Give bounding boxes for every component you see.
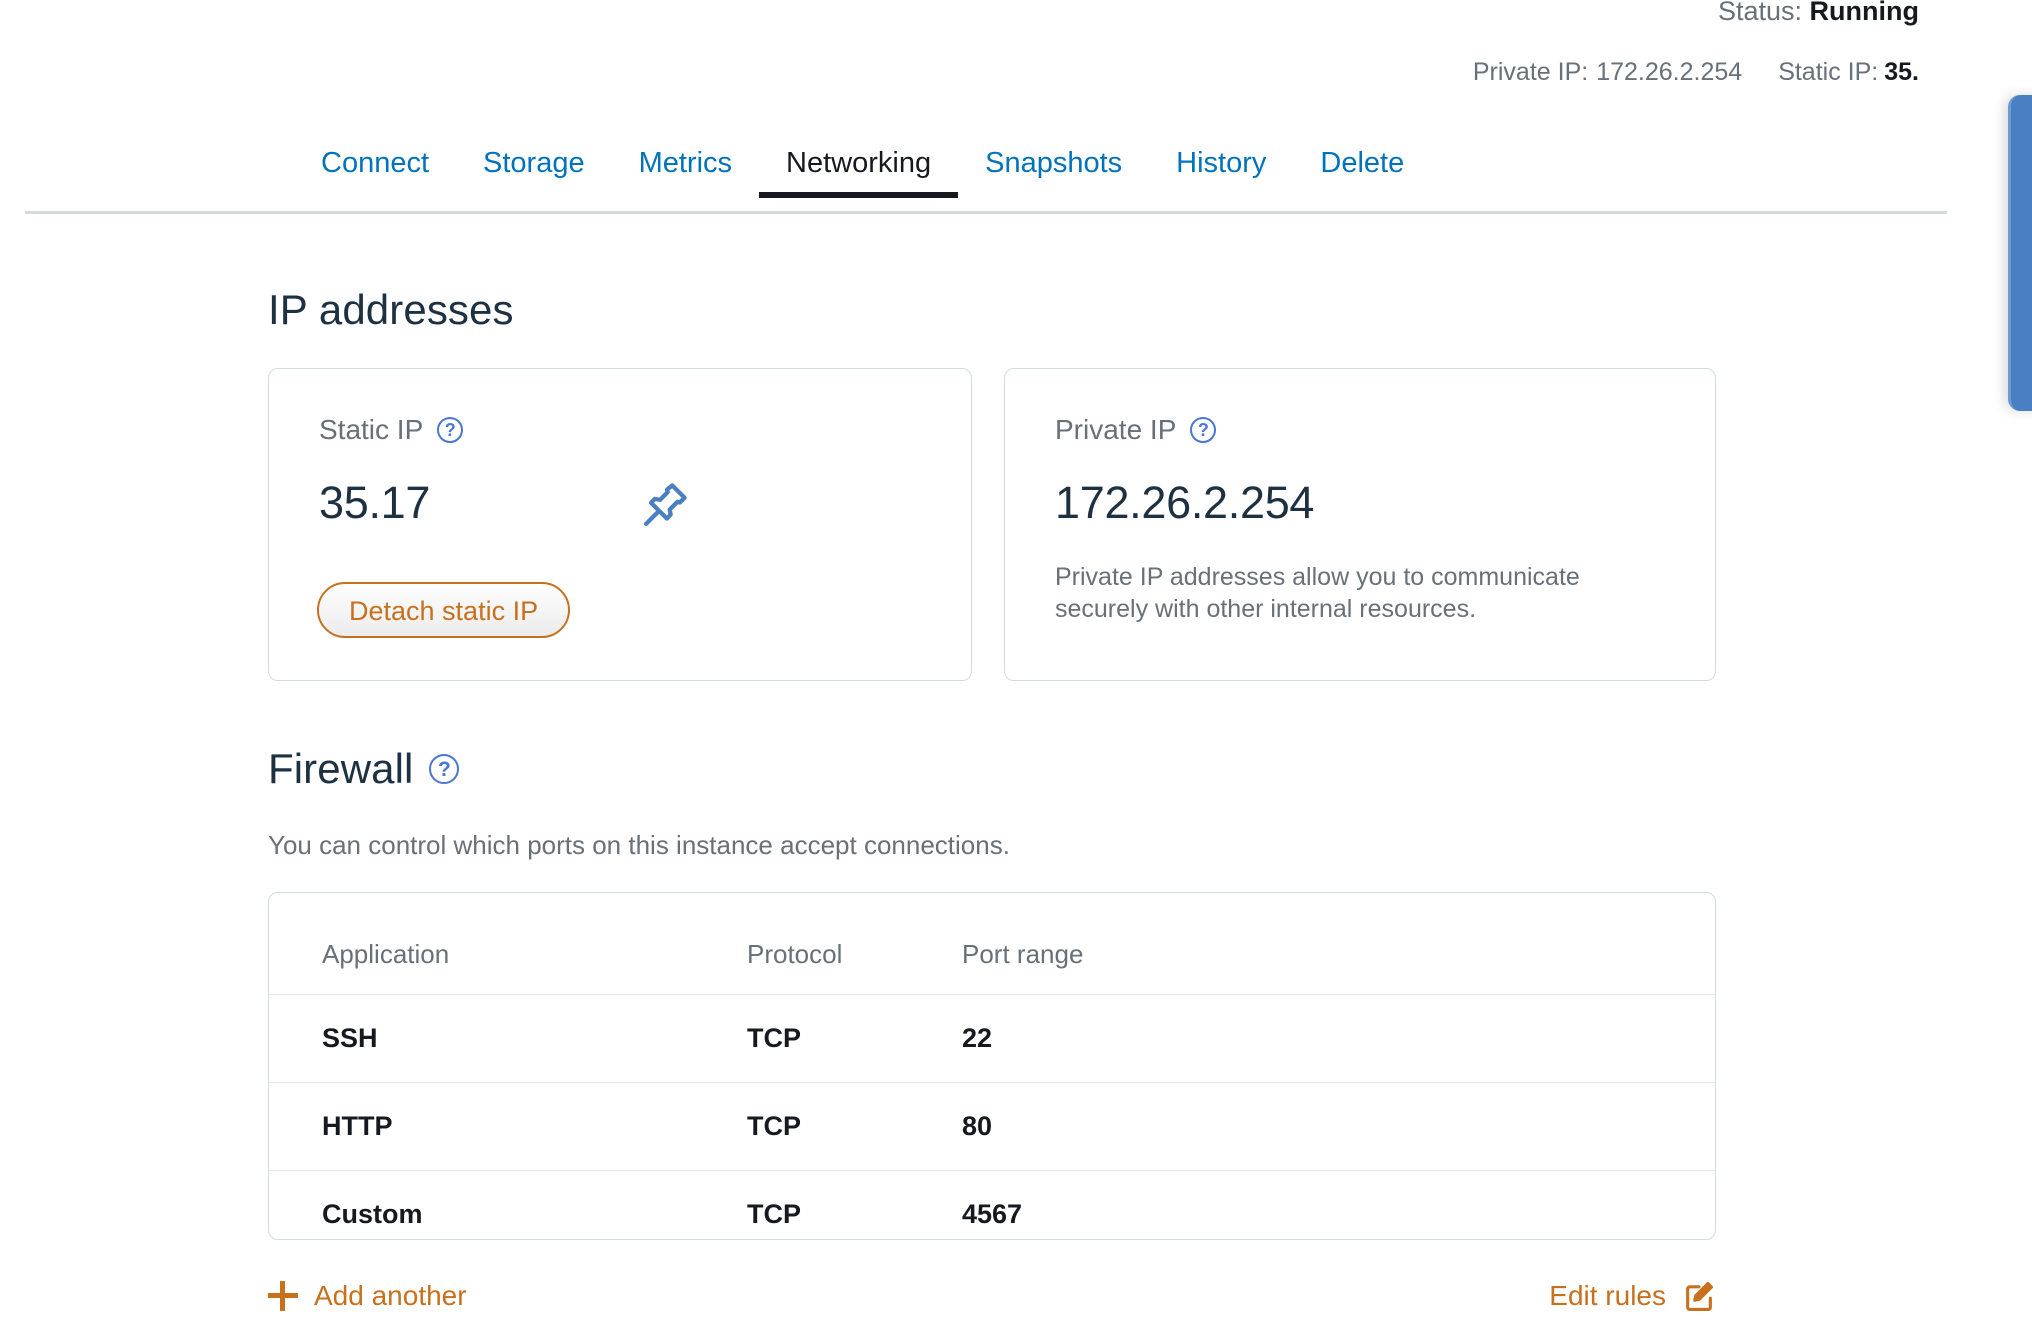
cell-port-range: 22	[962, 994, 1715, 1083]
static-ip-label-text: Static IP	[319, 414, 424, 445]
table-row: HTTP TCP 80	[269, 1082, 1715, 1171]
table-row: Custom TCP 4567	[269, 1170, 1715, 1239]
firewall-actions: Add another Edit rules	[268, 1268, 1716, 1324]
tab-delete[interactable]: Delete	[1293, 149, 1431, 198]
tab-networking[interactable]: Networking	[759, 149, 959, 198]
pin-icon[interactable]	[638, 478, 692, 532]
cell-protocol: TCP	[747, 1082, 962, 1171]
firewall-title: Firewall	[268, 745, 414, 792]
private-ip-value: 172.26.2.254	[1596, 58, 1743, 86]
instance-tabs: Connect Storage Metrics Networking Snaps…	[25, 146, 1947, 214]
cell-port-range: 4567	[962, 1170, 1715, 1239]
edit-icon	[1682, 1279, 1716, 1313]
help-icon[interactable]: ?	[429, 754, 460, 784]
instance-status: Status: Running	[1718, 0, 1919, 27]
table-row: SSH TCP 22	[269, 994, 1715, 1083]
tab-history[interactable]: History	[1149, 149, 1293, 198]
cell-protocol: TCP	[747, 994, 962, 1083]
detach-static-ip-button[interactable]: Detach static IP	[317, 582, 571, 638]
tab-connect[interactable]: Connect	[294, 149, 456, 198]
cell-application: HTTP	[269, 1082, 747, 1171]
tab-metrics[interactable]: Metrics	[612, 149, 759, 198]
cell-application: SSH	[269, 994, 747, 1083]
edit-rules-label: Edit rules	[1549, 1280, 1666, 1311]
private-ip-label: Private IP:	[1472, 58, 1589, 86]
tab-storage[interactable]: Storage	[456, 149, 612, 198]
private-ip-card-label: Private IP ?	[1055, 414, 1217, 446]
feedback-side-tab[interactable]	[2008, 95, 2032, 411]
help-icon[interactable]: ?	[1190, 417, 1217, 443]
cell-port-range: 80	[962, 1082, 1715, 1171]
static-ip-card-value: 35.17	[319, 477, 431, 528]
status-value: Running	[1809, 0, 1919, 26]
private-ip-card-value: 172.26.2.254	[1055, 477, 1315, 528]
ip-addresses-heading: IP addresses	[268, 286, 514, 334]
firewall-rules-table-card: Application Protocol Port range SSH TCP …	[268, 892, 1716, 1240]
cell-application: Custom	[269, 1170, 747, 1239]
static-ip-card-label: Static IP ?	[319, 414, 464, 446]
table-header-row: Application Protocol Port range	[269, 893, 1715, 995]
private-ip-card: Private IP ? 172.26.2.254 Private IP add…	[1004, 368, 1716, 681]
tab-snapshots[interactable]: Snapshots	[958, 149, 1149, 198]
static-ip-label: Static IP:	[1778, 58, 1879, 86]
instance-ip-summary: Private IP: 172.26.2.254 Static IP: 35.	[1473, 58, 1919, 87]
add-another-button[interactable]: Add another	[268, 1280, 467, 1312]
help-icon[interactable]: ?	[437, 417, 464, 443]
private-ip-label-text: Private IP	[1055, 414, 1177, 445]
firewall-heading: Firewall ?	[268, 745, 460, 793]
status-label: Status:	[1717, 0, 1803, 26]
cell-protocol: TCP	[747, 1170, 962, 1239]
column-header-application: Application	[322, 939, 450, 969]
private-ip-card-description: Private IP addresses allow you to commun…	[1055, 563, 1580, 623]
column-header-port-range: Port range	[962, 939, 1084, 969]
column-header-protocol: Protocol	[747, 939, 843, 969]
firewall-rules-table: Application Protocol Port range SSH TCP …	[269, 893, 1715, 1239]
plus-icon	[268, 1281, 298, 1311]
firewall-description: You can control which ports on this inst…	[268, 830, 1010, 860]
edit-rules-button[interactable]: Edit rules	[1549, 1279, 1716, 1313]
static-ip-value: 35.	[1884, 58, 1919, 86]
add-another-label: Add another	[314, 1280, 467, 1311]
ip-addresses-title: IP addresses	[268, 286, 514, 333]
